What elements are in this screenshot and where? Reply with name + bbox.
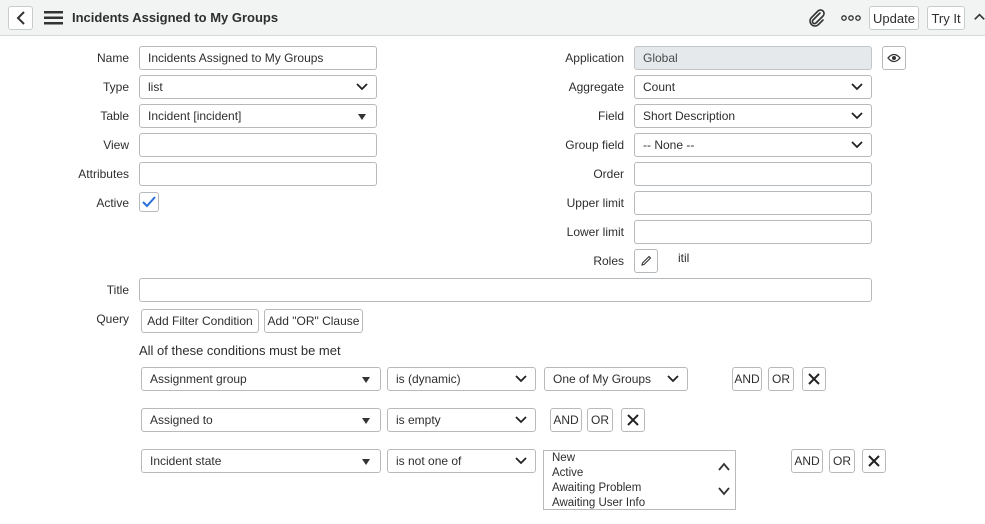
chevron-down-icon xyxy=(667,375,679,383)
close-icon xyxy=(868,455,880,467)
active-checkbox[interactable] xyxy=(139,192,159,212)
list-option[interactable]: New xyxy=(544,451,735,466)
condition-values-listbox[interactable]: New Active Awaiting Problem Awaiting Use… xyxy=(543,450,736,510)
dropdown-arrow-icon xyxy=(362,459,370,465)
query-label: Query xyxy=(96,312,129,326)
add-or-clause-button[interactable]: Add "OR" Clause xyxy=(264,309,363,333)
scroll-up-icon[interactable] xyxy=(717,461,731,473)
chevron-down-icon xyxy=(851,141,863,149)
condition-field-select[interactable]: Incident state xyxy=(141,449,381,473)
title-label: Title xyxy=(106,283,129,297)
field-select[interactable]: Short Description xyxy=(634,104,872,128)
view-field[interactable] xyxy=(139,133,377,157)
aggregate-label: Aggregate xyxy=(568,80,624,94)
group-field-label: Group field xyxy=(565,138,624,152)
remove-condition-button[interactable] xyxy=(862,449,886,473)
chevron-down-icon xyxy=(515,375,527,383)
close-icon xyxy=(808,373,820,385)
and-button[interactable]: AND xyxy=(550,408,582,432)
name-label: Name xyxy=(96,51,129,65)
close-icon xyxy=(627,414,639,426)
chevron-down-icon xyxy=(515,457,527,465)
chevron-left-icon xyxy=(16,11,25,25)
condition-operator-select[interactable]: is (dynamic) xyxy=(387,367,536,391)
add-filter-condition-button[interactable]: Add Filter Condition xyxy=(141,309,259,333)
condition-operator-select[interactable]: is empty xyxy=(387,408,536,432)
paperclip-icon[interactable] xyxy=(807,8,827,28)
application-field: Global xyxy=(634,46,872,70)
title-field[interactable] xyxy=(139,278,872,302)
or-button[interactable]: OR xyxy=(829,449,855,473)
application-label: Application xyxy=(565,51,624,65)
update-button[interactable]: Update xyxy=(869,6,919,30)
edit-roles-button[interactable] xyxy=(634,249,658,273)
back-button[interactable] xyxy=(8,6,33,30)
order-field[interactable] xyxy=(634,162,872,186)
pencil-icon xyxy=(641,255,652,266)
group-field-select[interactable]: -- None -- xyxy=(634,133,872,157)
chevron-down-icon xyxy=(356,83,368,91)
active-label: Active xyxy=(96,196,129,210)
field-label: Field xyxy=(597,109,624,123)
condition-field-select[interactable]: Assigned to xyxy=(141,408,381,432)
remove-condition-button[interactable] xyxy=(802,367,826,391)
upper-limit-field[interactable] xyxy=(634,191,872,215)
list-option[interactable]: Awaiting Problem xyxy=(544,481,735,496)
roles-value: itil xyxy=(678,251,690,265)
scroll-down-icon[interactable] xyxy=(717,485,731,497)
conditions-heading: All of these conditions must be met xyxy=(139,343,341,358)
condition-operator-select[interactable]: is not one of xyxy=(387,449,536,473)
condition-value-select[interactable]: One of My Groups xyxy=(544,367,688,391)
name-field[interactable]: Incidents Assigned to My Groups xyxy=(139,46,377,70)
and-button[interactable]: AND xyxy=(791,449,823,473)
list-option[interactable]: Awaiting User Info xyxy=(544,496,735,509)
chevron-down-icon xyxy=(851,112,863,120)
condition-field-select[interactable]: Assignment group xyxy=(141,367,381,391)
lower-limit-field[interactable] xyxy=(634,220,872,244)
roles-label: Roles xyxy=(593,254,624,268)
table-select[interactable]: Incident [incident] xyxy=(139,104,377,128)
preview-button[interactable] xyxy=(882,46,906,70)
upper-limit-label: Upper limit xyxy=(566,196,624,210)
remove-condition-button[interactable] xyxy=(621,408,645,432)
view-label: View xyxy=(103,138,129,152)
or-button[interactable]: OR xyxy=(768,367,794,391)
table-label: Table xyxy=(100,109,129,123)
attributes-label: Attributes xyxy=(78,167,129,181)
try-it-button[interactable]: Try It xyxy=(927,6,965,30)
order-label: Order xyxy=(593,167,624,181)
type-label: Type xyxy=(102,80,129,94)
form-header: Incidents Assigned to My Groups Update T… xyxy=(0,0,985,36)
dropdown-arrow-icon xyxy=(362,418,370,424)
list-option[interactable]: Active xyxy=(544,466,735,481)
chevron-up-icon[interactable] xyxy=(974,10,985,24)
lower-limit-label: Lower limit xyxy=(566,225,624,239)
chevron-down-icon xyxy=(851,83,863,91)
ellipsis-icon[interactable] xyxy=(840,10,862,26)
attributes-field[interactable] xyxy=(139,162,377,186)
dropdown-arrow-icon xyxy=(362,377,370,383)
type-select[interactable]: list xyxy=(139,75,377,99)
and-button[interactable]: AND xyxy=(732,367,762,391)
chevron-down-icon xyxy=(515,416,527,424)
checkmark-icon xyxy=(142,196,156,208)
or-button[interactable]: OR xyxy=(587,408,613,432)
page-title: Incidents Assigned to My Groups xyxy=(72,10,279,25)
hamburger-menu-icon[interactable] xyxy=(43,10,63,26)
eye-icon xyxy=(887,53,901,63)
aggregate-select[interactable]: Count xyxy=(634,75,872,99)
dropdown-arrow-icon xyxy=(358,114,366,120)
